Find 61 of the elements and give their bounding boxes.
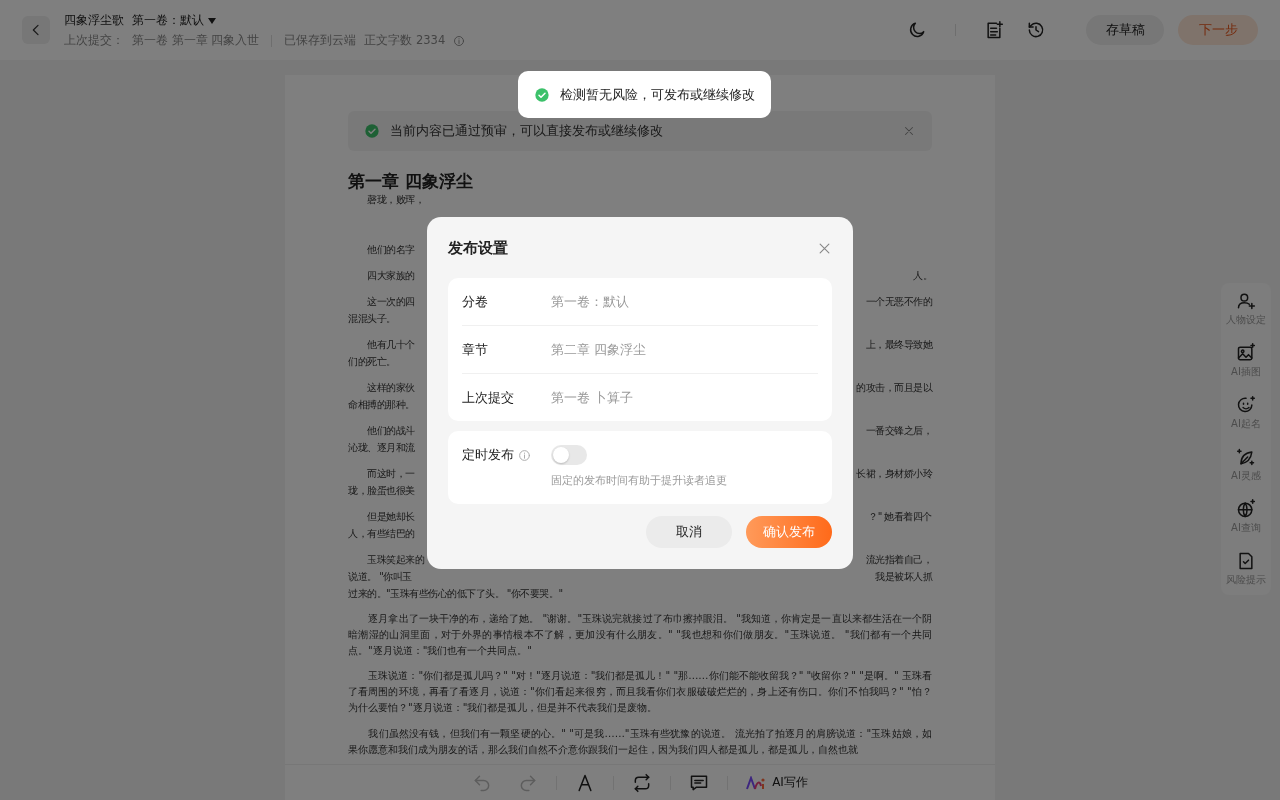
caret-icon bbox=[208, 17, 216, 24]
paragraph-text: 他们的战斗 bbox=[367, 424, 415, 438]
chapter-title: 第一章 四象浮尘 bbox=[348, 171, 474, 191]
paragraph-text: 说道。 "你叫玉 bbox=[348, 570, 412, 584]
ai-logo-icon bbox=[746, 775, 767, 790]
cancel-button[interactable]: 取消 bbox=[646, 516, 732, 548]
field-label: 上次提交 bbox=[462, 388, 515, 407]
info-icon bbox=[453, 34, 466, 47]
paragraph-text: 磬珑，败珲， bbox=[367, 193, 424, 207]
notice-text: 当前内容已通过预审，可以直接发布或继续修改 bbox=[390, 122, 664, 140]
paragraph-text: 玉珠笑起来的 bbox=[367, 553, 424, 567]
check-circle-icon bbox=[364, 123, 380, 139]
book-title: 四象浮尘歌 bbox=[64, 12, 124, 29]
note-plus-icon bbox=[984, 20, 1004, 40]
history-icon bbox=[1026, 20, 1046, 40]
field-value: 第二章 四象浮尘 bbox=[551, 340, 647, 359]
paragraph-text: 一个无恶不作的 bbox=[865, 295, 932, 309]
image-sparkle-icon bbox=[1236, 343, 1256, 363]
paragraph-text: 命相搏的那种。 bbox=[348, 398, 415, 412]
hint-text: 固定的发布时间有助于提升读者追更 bbox=[551, 473, 727, 488]
moon-icon bbox=[907, 20, 927, 40]
save-draft-button[interactable]: 存草稿 bbox=[1086, 15, 1164, 45]
field-label: 分卷 bbox=[462, 292, 489, 311]
dialog-title: 发布设置 bbox=[448, 239, 508, 258]
paragraph-text: 人。 bbox=[913, 269, 932, 283]
person-add-icon bbox=[1236, 291, 1256, 311]
paragraph-text: 我是被坏人抓 bbox=[875, 570, 932, 584]
smile-sparkle-icon bbox=[1236, 395, 1256, 415]
volume-dropdown[interactable]: 第一卷：默认 bbox=[132, 12, 216, 29]
paragraph-text: 四大家族的 bbox=[367, 269, 415, 283]
close-icon bbox=[817, 241, 832, 256]
paragraph-text: 上，最终导致她 bbox=[865, 338, 932, 352]
check-circle-icon bbox=[534, 86, 550, 103]
paragraph-text: 沁珑、逐月和流 bbox=[348, 441, 415, 455]
paragraph-text: 流光指着自己， bbox=[865, 553, 932, 567]
document-check-icon bbox=[1236, 551, 1256, 571]
paragraph-text: 人，有些结巴的 bbox=[348, 527, 415, 541]
close-button[interactable] bbox=[817, 241, 832, 256]
paragraph-text: 这样的家伙 bbox=[367, 381, 415, 395]
globe-sparkle-icon bbox=[1236, 499, 1256, 519]
schedule-toggle[interactable] bbox=[551, 445, 587, 465]
paragraph-text: 他们的名字 bbox=[367, 243, 415, 257]
feather-sparkle-icon bbox=[1236, 447, 1256, 467]
paragraph-text: 混混头子。 bbox=[348, 312, 396, 326]
back-button[interactable] bbox=[22, 16, 50, 44]
ai-button[interactable]: AI写作 bbox=[738, 770, 816, 795]
field-label: 定时发布 bbox=[462, 446, 514, 464]
close-icon bbox=[902, 124, 916, 138]
toast-text: 检测暂无风险，可发布或继续修改 bbox=[560, 85, 755, 104]
info-icon bbox=[518, 448, 531, 462]
paragraph: 玉珠说道："你们都是孤儿吗？" "对！"逐月说道："我们都是孤儿！" "那……你们能不能收留我？" "收留你？" "是啊。" 玉珠看了看周围的环境，再看了看逐月，说道："你们看起来很穷，而且我看你们衣服破破烂烂的，身上还有伤口。你们不怕我吗？" "怕？为什么要怕？"逐月说道："我们都是孤儿，但是并不代表我们是废物。 bbox=[348, 669, 932, 715]
paragraph-text: ？" 她看着四个 bbox=[868, 510, 932, 524]
paragraph-text: 过来的。"玉珠有些伤心的低下了头。 "你不要哭。" bbox=[348, 587, 563, 601]
paragraph-text: 的攻击，而且是以 bbox=[856, 381, 932, 395]
paragraph-text: 他有几十个 bbox=[367, 338, 415, 352]
field-label: 章节 bbox=[462, 340, 489, 359]
paragraph-text: 长裙，身材娇小玲 bbox=[856, 467, 932, 481]
paragraph-text: 但是她却长 bbox=[367, 510, 415, 524]
confirm-publish-button[interactable]: 确认发布 bbox=[746, 516, 832, 548]
paragraph-text: 们的死亡。 bbox=[348, 355, 396, 369]
paragraph-text: 珑，脸蛋也很美 bbox=[348, 484, 415, 498]
